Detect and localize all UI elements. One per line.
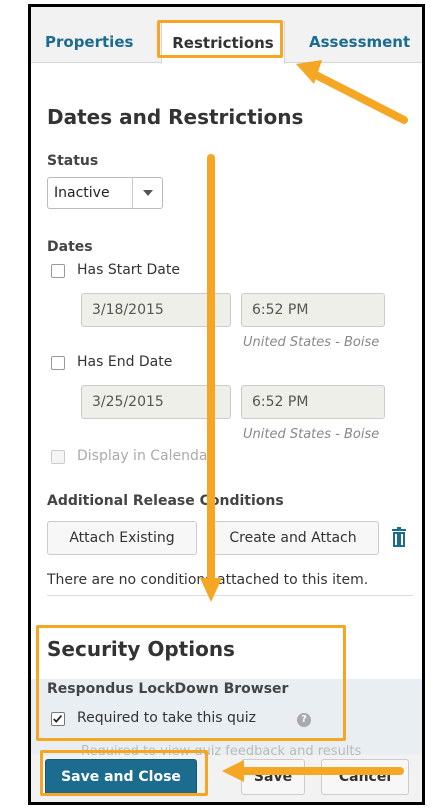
- end-timezone: United States - Boise: [243, 427, 380, 442]
- dates-restrictions-heading: Dates and Restrictions: [47, 105, 304, 129]
- start-time-field[interactable]: 6:52 PM: [241, 293, 385, 327]
- status-value: Inactive: [54, 185, 110, 201]
- tab-bar: Properties Restrictions Assessment: [31, 7, 422, 64]
- create-and-attach-button[interactable]: Create and Attach: [207, 521, 379, 555]
- divider: [47, 595, 413, 596]
- has-start-date-label: Has Start Date: [77, 262, 180, 278]
- end-date-checkbox[interactable]: [51, 356, 65, 370]
- question-mark-icon[interactable]: ?: [297, 713, 311, 727]
- chevron-down-icon[interactable]: [132, 178, 162, 208]
- start-date-field[interactable]: 3/18/2015: [81, 293, 231, 327]
- required-quiz-label: Required to take this quiz: [77, 710, 256, 726]
- tab-properties[interactable]: Properties: [45, 21, 163, 63]
- edit-quiz-panel: Properties Restrictions Assessment Dates…: [28, 4, 425, 805]
- checkmark-icon: [53, 715, 63, 723]
- security-options-heading: Security Options: [47, 637, 235, 661]
- start-date-checkbox[interactable]: [51, 264, 65, 278]
- save-and-close-button[interactable]: Save and Close: [45, 759, 197, 795]
- trash-icon[interactable]: [391, 527, 407, 547]
- required-quiz-checkbox[interactable]: [51, 712, 65, 726]
- save-button[interactable]: Save: [241, 759, 305, 795]
- lockdown-browser-label: Respondus LockDown Browser: [47, 681, 289, 697]
- start-timezone: United States - Boise: [243, 335, 380, 350]
- has-end-date-label: Has End Date: [77, 354, 173, 370]
- display-calendar-checkbox: [51, 450, 65, 464]
- no-conditions-note: There are no conditions attached to this…: [47, 572, 369, 588]
- end-date-field[interactable]: 3/25/2015: [81, 385, 231, 419]
- dates-label: Dates: [47, 239, 93, 255]
- end-time-field[interactable]: 6:52 PM: [241, 385, 385, 419]
- release-conditions-label: Additional Release Conditions: [47, 493, 284, 509]
- attach-existing-button[interactable]: Attach Existing: [47, 521, 197, 555]
- tab-restrictions[interactable]: Restrictions: [161, 21, 285, 64]
- status-select[interactable]: Inactive: [47, 177, 163, 209]
- cancel-button[interactable]: Cancel: [321, 759, 409, 795]
- display-in-calendar-label: Display in Calendar: [77, 448, 214, 464]
- status-label: Status: [47, 153, 99, 169]
- tab-assessment[interactable]: Assessment: [309, 21, 422, 63]
